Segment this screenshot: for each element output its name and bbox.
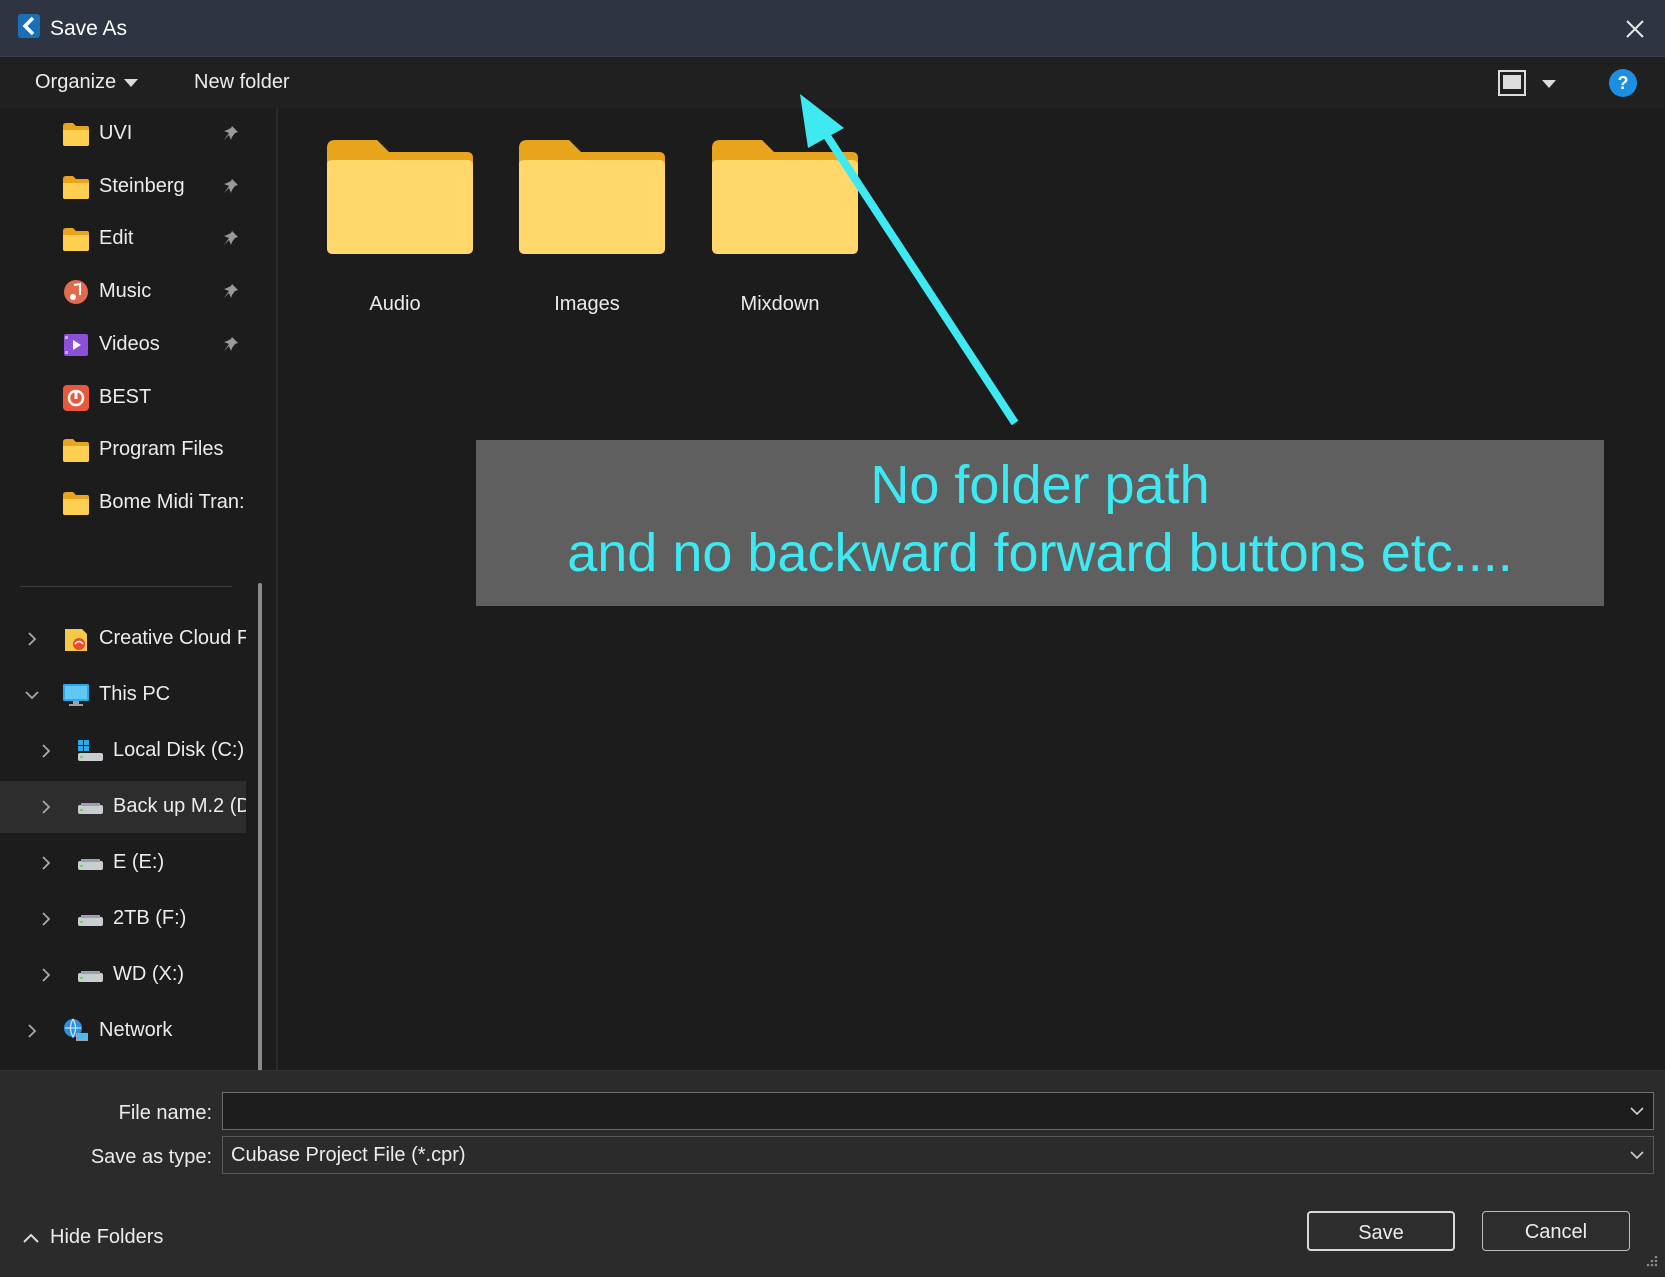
pin-icon[interactable] bbox=[222, 229, 240, 247]
help-icon[interactable]: ? bbox=[1609, 69, 1637, 97]
drive-icon bbox=[76, 962, 104, 988]
sidebar-item-label: Videos bbox=[99, 332, 160, 355]
sidebar-item-edit[interactable]: Edit bbox=[0, 213, 246, 265]
folder-icon bbox=[62, 490, 90, 516]
pane-divider[interactable] bbox=[276, 108, 278, 1070]
close-icon[interactable] bbox=[1620, 14, 1650, 44]
chevron-down-icon bbox=[1630, 1151, 1644, 1160]
sidebar-item-label: Creative Cloud F bbox=[99, 627, 246, 649]
sidebar-item-label: Bome Midi Tran: bbox=[99, 490, 245, 513]
sidebar-item-music[interactable]: Music bbox=[0, 266, 246, 318]
chevron-right-icon[interactable] bbox=[22, 1021, 42, 1041]
organize-label: Organize bbox=[35, 71, 117, 93]
creative-cloud-icon bbox=[62, 626, 90, 652]
sidebar-item-label: Music bbox=[99, 280, 152, 303]
videos-icon bbox=[62, 332, 90, 358]
sidebar-scrollbar[interactable] bbox=[258, 583, 262, 1113]
pc-icon bbox=[62, 682, 90, 708]
drive-icon bbox=[76, 794, 104, 820]
sidebar-item-videos[interactable]: Videos bbox=[0, 319, 246, 371]
chevron-down-icon[interactable] bbox=[22, 685, 42, 705]
hide-folders-button[interactable]: Hide Folders bbox=[22, 1226, 163, 1249]
sidebar-item-e-e[interactable]: E (E:) bbox=[0, 837, 246, 889]
save-type-value: Cubase Project File (*.cpr) bbox=[231, 1144, 466, 1166]
sidebar-item-uvi[interactable]: UVI bbox=[0, 108, 246, 160]
sidebar-item-steinberg[interactable]: Steinberg bbox=[0, 161, 246, 213]
chevron-right-icon[interactable] bbox=[36, 741, 56, 761]
drive-icon bbox=[76, 906, 104, 932]
chevron-right-icon[interactable] bbox=[36, 797, 56, 817]
pin-icon[interactable] bbox=[222, 282, 240, 300]
network-icon bbox=[62, 1018, 90, 1044]
sidebar-item-network[interactable]: Network bbox=[0, 1005, 246, 1057]
folder-icon bbox=[62, 437, 90, 463]
cancel-button[interactable]: Cancel bbox=[1482, 1211, 1630, 1251]
annotation-box: No folder path and no backward forward b… bbox=[476, 440, 1604, 606]
drive-icon bbox=[76, 850, 104, 876]
sidebar-item-label: Network bbox=[99, 1019, 173, 1041]
title-bar: Save As bbox=[0, 0, 1665, 57]
sidebar-item-label: Back up M.2 (D bbox=[113, 795, 246, 817]
sidebar-item-best[interactable]: BEST bbox=[0, 372, 246, 424]
pin-icon[interactable] bbox=[222, 335, 240, 353]
hide-folders-label: Hide Folders bbox=[50, 1226, 164, 1248]
sidebar-item-label: WD (X:) bbox=[113, 963, 185, 985]
sidebar-item-label: This PC bbox=[99, 683, 171, 705]
sidebar-item-creative-cloud-f[interactable]: Creative Cloud F bbox=[0, 613, 246, 665]
sidebar-item-label: Edit bbox=[99, 227, 134, 250]
sidebar-item-this-pc[interactable]: This PC bbox=[0, 669, 246, 721]
music-icon bbox=[62, 279, 90, 305]
save-type-label: Save as type: bbox=[90, 1146, 212, 1168]
chevron-right-icon[interactable] bbox=[36, 853, 56, 873]
sidebar-item-back-up-m-2-d[interactable]: Back up M.2 (D bbox=[0, 781, 246, 833]
folder-images[interactable]: Images bbox=[502, 138, 672, 318]
best-app-icon bbox=[62, 384, 90, 411]
sidebar-item-label: Program Files bbox=[99, 438, 224, 461]
sidebar-item-label: 2TB (F:) bbox=[113, 907, 187, 929]
save-button[interactable]: Save bbox=[1307, 1211, 1455, 1251]
folder-icon bbox=[62, 226, 90, 252]
chevron-up-icon bbox=[23, 1233, 39, 1243]
chevron-down-icon bbox=[124, 78, 139, 87]
folder-audio[interactable]: Audio bbox=[310, 138, 480, 318]
sidebar-divider bbox=[20, 586, 232, 587]
pin-icon[interactable] bbox=[222, 124, 240, 142]
save-type-select[interactable]: Cubase Project File (*.cpr) bbox=[222, 1136, 1654, 1174]
folder-label: Audio bbox=[369, 293, 421, 315]
annotation-arrow bbox=[800, 94, 1019, 426]
new-folder-button[interactable]: New folder bbox=[194, 71, 290, 94]
folder-icon bbox=[62, 121, 90, 147]
pin-icon[interactable] bbox=[222, 177, 240, 195]
sidebar-item-label: Steinberg bbox=[99, 174, 185, 197]
view-icon[interactable] bbox=[1498, 70, 1526, 96]
file-name-input[interactable] bbox=[222, 1092, 1654, 1130]
sidebar-item-label: Local Disk (C:) bbox=[113, 739, 245, 761]
sidebar-item-2tb-f[interactable]: 2TB (F:) bbox=[0, 893, 246, 945]
sidebar-item-label: BEST bbox=[99, 385, 152, 408]
sidebar-item-label: UVI bbox=[99, 122, 133, 144]
sidebar-item-program-files[interactable]: Program Files bbox=[0, 424, 246, 476]
chevron-right-icon[interactable] bbox=[36, 909, 56, 929]
navigation-pane: UVI Steinberg Edit Music Videos BEST Program F… bbox=[0, 108, 278, 1113]
sidebar-item-label: E (E:) bbox=[113, 851, 165, 873]
sidebar-item-local-disk-c[interactable]: Local Disk (C:) bbox=[0, 725, 246, 777]
view-options-dropdown[interactable] bbox=[1542, 80, 1556, 88]
window-title: Save As bbox=[50, 17, 128, 40]
file-name-label: File name: bbox=[118, 1102, 212, 1124]
windows-drive-icon bbox=[76, 738, 104, 764]
chevron-down-icon[interactable] bbox=[1627, 1101, 1647, 1121]
sidebar-item-bome-midi-tran[interactable]: Bome Midi Tran: bbox=[0, 477, 246, 529]
chevron-right-icon[interactable] bbox=[22, 629, 42, 649]
folder-label: Images bbox=[554, 293, 620, 315]
sidebar-item-wd-x[interactable]: WD (X:) bbox=[0, 949, 246, 1001]
cubase-app-icon bbox=[18, 14, 40, 38]
chevron-right-icon[interactable] bbox=[36, 965, 56, 985]
resize-grip-icon[interactable] bbox=[1643, 1254, 1659, 1270]
organize-button[interactable]: Organize bbox=[35, 71, 139, 94]
folder-icon bbox=[327, 140, 473, 254]
annotation-line-1: No folder path bbox=[870, 455, 1210, 515]
folder-icon bbox=[519, 140, 665, 254]
folder-icon bbox=[62, 174, 90, 200]
annotation-line-2: and no backward forward buttons etc.... bbox=[567, 523, 1513, 583]
